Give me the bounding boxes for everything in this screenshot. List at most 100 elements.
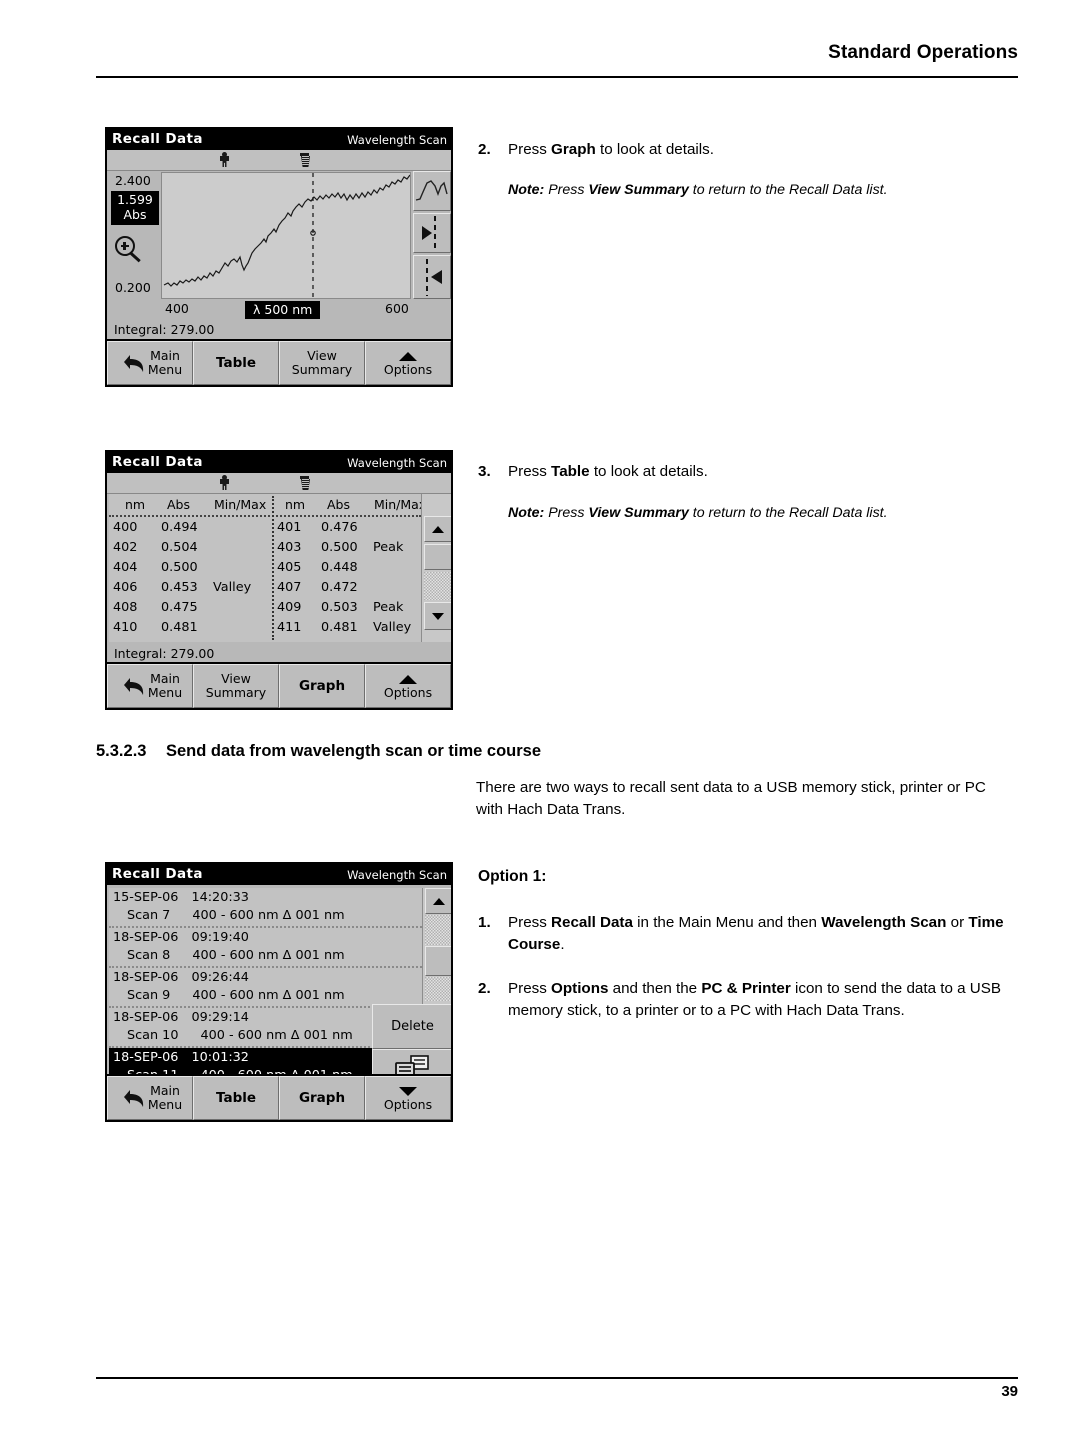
softkey-main-menu[interactable]: Main Menu <box>107 341 193 385</box>
option-step-1-number: 1. <box>478 914 491 931</box>
lcd-titlebar-list: Recall Data Wavelength Scan <box>107 864 451 885</box>
list-item[interactable]: 18-SEP-06 09:26:44 Scan 9 400 - 600 nm Δ 0… <box>109 968 422 1008</box>
option-step-2-text: Press Options and then the PC & Printer … <box>508 980 1002 1019</box>
softkey-view-summary-label: View Summary <box>205 671 267 700</box>
list-item-date: 18-SEP-06 <box>113 1010 179 1025</box>
column-header-abs-right: Abs <box>327 497 350 512</box>
back-arrow-icon <box>122 1087 148 1109</box>
table-row: 0.494 <box>161 520 198 535</box>
table-row: 0.476 <box>321 520 358 535</box>
delete-button-label: Delete <box>391 1019 434 1034</box>
x-axis-min-label: 400 <box>165 301 189 316</box>
softkey-graph-label: Graph <box>298 678 346 694</box>
softkey-table[interactable]: Table <box>193 1076 279 1120</box>
cursor-left-button[interactable] <box>413 213 451 253</box>
softkey-main-menu-label: Main Menu <box>147 348 183 377</box>
scrollbar-track[interactable] <box>424 572 451 600</box>
softkey-table-label: Table <box>215 355 257 371</box>
lcd-mode-text: Wavelength Scan <box>347 867 447 882</box>
triangle-down-icon <box>399 1087 417 1096</box>
softkey-main-menu[interactable]: Main Menu <box>107 1076 193 1120</box>
y-cursor-readout: 1.599 Abs <box>111 191 159 225</box>
magnifier-plus-icon[interactable] <box>115 236 145 266</box>
cuvette-icon[interactable] <box>297 152 312 168</box>
softkey-options-label: Options <box>383 1097 433 1112</box>
step-2-text: Press Graph to look at details. <box>508 141 714 158</box>
y-cursor-value: 1.599 <box>117 192 153 207</box>
triangle-down-icon <box>432 612 444 620</box>
softkey-view-summary[interactable]: View Summary <box>193 664 279 708</box>
list-scrollbar[interactable] <box>422 888 451 1004</box>
list-item[interactable]: 18-SEP-06 09:19:40 Scan 8 400 - 600 nm Δ 0… <box>109 928 422 968</box>
list-item-date: 15-SEP-06 <box>113 890 179 905</box>
softkey-main-menu[interactable]: Main Menu <box>107 664 193 708</box>
spectrum-plot[interactable] <box>161 172 411 299</box>
integral-readout: Integral: 279.00 <box>114 646 215 661</box>
softkey-bar-list: Main Menu Table Graph Options <box>107 1074 451 1120</box>
x-cursor-readout[interactable]: λ 500 nm <box>245 301 321 319</box>
scroll-up-button[interactable] <box>425 888 451 914</box>
scrollbar-track[interactable] <box>425 915 451 945</box>
lcd-title-text: Recall Data <box>112 454 203 470</box>
cursor-left-icon <box>422 216 436 250</box>
scrollbar-thumb[interactable] <box>425 946 451 976</box>
y-axis-max-label: 2.400 <box>115 173 151 188</box>
section-number: 5.3.2.3 <box>96 742 147 760</box>
list-item-time: 14:20:33 <box>191 890 249 905</box>
operator-icon[interactable] <box>217 475 232 491</box>
table-row: 0.504 <box>161 540 198 555</box>
screenshot-recall-list-screen: Recall Data Wavelength Scan 15-SEP-06 14:… <box>105 862 453 1122</box>
scrollbar-track-lower[interactable] <box>425 977 451 1001</box>
y-axis-min-label: 0.200 <box>115 280 151 295</box>
column-header-abs-left: Abs <box>167 497 190 512</box>
table-row: 408 <box>113 600 138 615</box>
screenshot-table-screen: Recall Data Wavelength Scan nm Abs Min/M… <box>105 450 453 710</box>
back-arrow-icon <box>122 675 148 697</box>
softkey-options[interactable]: Options <box>365 1076 451 1120</box>
softkey-bar-table: Main Menu View Summary Graph Options <box>107 662 451 708</box>
softkey-graph[interactable]: Graph <box>279 1076 365 1120</box>
scroll-up-button[interactable] <box>424 516 451 542</box>
scroll-down-button[interactable] <box>424 602 451 630</box>
triangle-up-icon <box>399 675 417 684</box>
scrollbar-thumb[interactable] <box>424 544 451 570</box>
softkey-options-label: Options <box>383 362 433 377</box>
table-scrollbar[interactable] <box>421 494 451 642</box>
lcd-titlebar-graph: Recall Data Wavelength Scan <box>107 129 451 150</box>
icon-strip-table <box>107 473 451 494</box>
column-header-minmax-left: Min/Max <box>214 497 267 512</box>
table-row: Valley <box>213 580 252 595</box>
cursor-right-button[interactable] <box>413 255 451 299</box>
list-item-scan: Scan 7 <box>127 908 171 923</box>
list-item-range: 400 - 600 nm Δ 001 nm <box>192 988 345 1003</box>
cuvette-icon[interactable] <box>297 475 312 491</box>
page-title: Standard Operations <box>828 42 1018 63</box>
option-step-2-number: 2. <box>478 980 491 997</box>
table-row: 0.475 <box>161 600 198 615</box>
table-row: Peak <box>373 540 404 555</box>
list-item-date: 18-SEP-06 <box>113 930 179 945</box>
softkey-options[interactable]: Options <box>365 664 451 708</box>
header-divider-line <box>109 515 421 517</box>
curve-overview-button[interactable] <box>413 171 451 211</box>
list-item[interactable]: 15-SEP-06 14:20:33 Scan 7 400 - 600 nm Δ 0… <box>109 888 422 928</box>
table-row: 0.503 <box>321 600 358 615</box>
table-row: 401 <box>277 520 302 535</box>
delete-button[interactable]: Delete <box>372 1004 451 1049</box>
list-item-time: 09:29:14 <box>191 1010 249 1025</box>
table-row: 404 <box>113 560 138 575</box>
softkey-view-summary[interactable]: View Summary <box>279 341 365 385</box>
softkey-table[interactable]: Table <box>193 341 279 385</box>
softkey-graph[interactable]: Graph <box>279 664 365 708</box>
operator-icon[interactable] <box>217 152 232 168</box>
option-heading: Option 1: <box>478 868 547 885</box>
table-row: 0.500 <box>321 540 358 555</box>
triangle-up-icon <box>432 897 445 905</box>
step-3-number: 3. <box>478 463 491 480</box>
y-cursor-unit: Abs <box>123 206 147 222</box>
table-row: 0.481 <box>161 620 198 635</box>
softkey-options-label: Options <box>383 685 433 700</box>
data-table[interactable]: nm Abs Min/Max nm Abs Min/Max 400 0.494 … <box>109 494 451 642</box>
table-row: 402 <box>113 540 138 555</box>
softkey-options[interactable]: Options <box>365 341 451 385</box>
